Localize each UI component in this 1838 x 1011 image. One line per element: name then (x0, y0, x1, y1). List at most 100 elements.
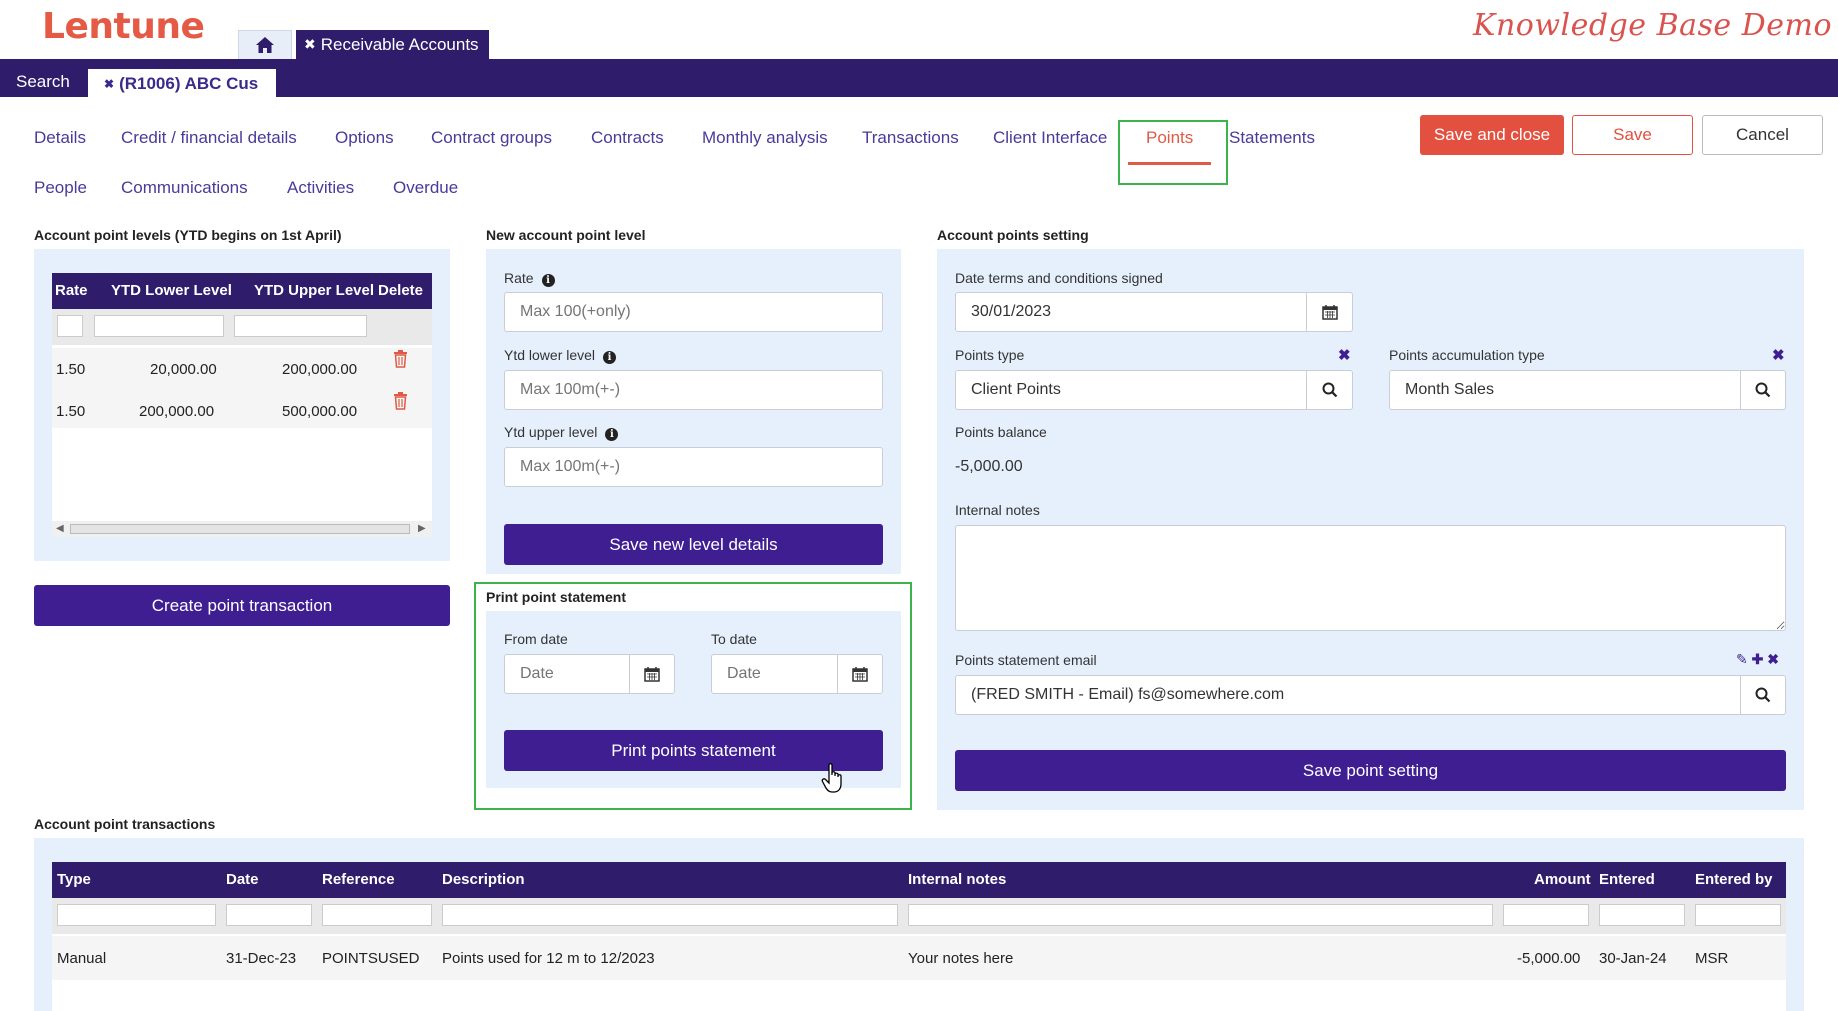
row1-upper: 200,000.00 (282, 361, 358, 378)
trash-icon[interactable] (393, 392, 408, 415)
filter-entered-input[interactable] (1599, 904, 1685, 926)
row2-lower: 200,000.00 (139, 403, 215, 420)
app-logo: Lentune (42, 6, 205, 47)
filter-notes-input[interactable] (908, 904, 1493, 926)
close-icon[interactable]: ✖ (104, 77, 114, 91)
clear-icon[interactable]: ✖ (1772, 346, 1785, 364)
scroll-right-icon[interactable]: ▶ (418, 523, 426, 534)
col-date[interactable]: Date (226, 871, 259, 888)
point-levels-header (52, 273, 432, 309)
cancel-button[interactable]: Cancel (1702, 115, 1823, 155)
tab-options[interactable]: Options (335, 128, 394, 148)
col-type[interactable]: Type (57, 871, 91, 888)
col-internal-notes[interactable]: Internal notes (908, 871, 1007, 888)
txn-entered: 30-Jan-24 (1599, 950, 1667, 967)
print-statement-highlight (474, 582, 912, 810)
tab-details[interactable]: Details (34, 128, 86, 148)
tab-contracts[interactable]: Contracts (591, 128, 664, 148)
col-rate[interactable]: Rate (55, 282, 88, 299)
search-icon[interactable] (1741, 675, 1786, 715)
horizontal-scrollbar[interactable]: ◀ ▶ (52, 521, 432, 537)
tab-overdue[interactable]: Overdue (393, 178, 458, 198)
receivable-accounts-tab[interactable]: ✖ Receivable Accounts (296, 30, 489, 59)
save-and-close-button[interactable]: Save and close (1420, 115, 1564, 155)
home-icon (256, 37, 274, 53)
points-type-input[interactable] (955, 370, 1307, 410)
tab-client-interface[interactable]: Client Interface (993, 128, 1107, 148)
col-delete: Delete (378, 282, 424, 299)
new-level-title: New account point level (486, 227, 646, 243)
clear-icon[interactable]: ✖ (1767, 651, 1779, 667)
edit-icon[interactable]: ✎ (1736, 651, 1748, 667)
col-entered[interactable]: Entered (1599, 871, 1655, 888)
create-point-transaction-button[interactable]: Create point transaction (34, 585, 450, 626)
txn-entered-by: MSR (1695, 950, 1729, 967)
accum-type-label: Points accumulation type (1389, 347, 1545, 363)
date-signed-input[interactable] (955, 292, 1307, 332)
filter-amount-input[interactable] (1503, 904, 1589, 926)
txn-type: Manual (57, 950, 107, 967)
info-icon[interactable]: i (603, 351, 617, 364)
filter-upper-input[interactable] (234, 315, 367, 337)
tab-communications[interactable]: Communications (121, 178, 248, 198)
save-button[interactable]: Save (1572, 115, 1693, 155)
tab-monthly-analysis[interactable]: Monthly analysis (702, 128, 828, 148)
row1-rate: 1.50 (56, 361, 86, 378)
filter-date-input[interactable] (226, 904, 312, 926)
filter-rate-input[interactable] (57, 315, 83, 337)
search-icon[interactable] (1307, 370, 1353, 410)
email-label: Points statement email (955, 652, 1097, 668)
tab-activities[interactable]: Activities (287, 178, 354, 198)
internal-notes-label: Internal notes (955, 502, 1040, 518)
col-amount[interactable]: Amount (1534, 871, 1591, 888)
tab-people[interactable]: People (34, 178, 87, 198)
record-tab[interactable]: ✖ (R1006) ABC Cus (88, 69, 276, 98)
search-icon[interactable] (1741, 370, 1786, 410)
filter-entered-by-input[interactable] (1695, 904, 1781, 926)
filter-description-input[interactable] (442, 904, 898, 926)
close-icon[interactable]: ✖ (304, 36, 316, 53)
txn-date: 31-Dec-23 (226, 950, 297, 967)
filter-type-input[interactable] (57, 904, 216, 926)
ytd-lower-input[interactable] (504, 370, 883, 410)
info-icon[interactable]: i (541, 274, 555, 287)
add-icon[interactable]: ✚ (1752, 651, 1764, 667)
brand-tagline: Knowledge Base Demo (1473, 8, 1832, 43)
scroll-thumb[interactable] (70, 524, 410, 534)
save-new-level-button[interactable]: Save new level details (504, 524, 883, 565)
row2-upper: 500,000.00 (282, 403, 358, 420)
statement-email-input[interactable] (955, 675, 1741, 715)
home-tab[interactable] (238, 30, 292, 59)
accum-type-input[interactable] (1389, 370, 1741, 410)
point-levels-title: Account point levels (YTD begins on 1st … (34, 227, 342, 243)
rate-input[interactable] (504, 292, 883, 332)
ytd-lower-label: Ytd lower level i (504, 347, 617, 364)
trash-icon[interactable] (393, 350, 408, 373)
balance-label: Points balance (955, 424, 1047, 440)
col-description[interactable]: Description (442, 871, 525, 888)
tab-statements[interactable]: Statements (1229, 128, 1315, 148)
filter-reference-input[interactable] (322, 904, 432, 926)
point-levels-rows (52, 348, 432, 428)
tab-credit-financial[interactable]: Credit / financial details (121, 128, 297, 148)
info-icon[interactable]: i (605, 428, 619, 441)
tab-contract-groups[interactable]: Contract groups (431, 128, 552, 148)
col-entered-by[interactable]: Entered by (1695, 871, 1773, 888)
row2-rate: 1.50 (56, 403, 86, 420)
calendar-icon[interactable] (1307, 292, 1353, 332)
date-signed-label: Date terms and conditions signed (955, 270, 1163, 286)
filter-lower-input[interactable] (94, 315, 224, 337)
internal-notes-textarea[interactable] (955, 525, 1786, 631)
txn-amount: -5,000.00 (1517, 950, 1581, 967)
scroll-left-icon[interactable]: ◀ (56, 523, 64, 534)
col-ytd-upper[interactable]: YTD Upper Level (254, 282, 375, 299)
col-reference[interactable]: Reference (322, 871, 395, 888)
ytd-upper-input[interactable] (504, 447, 883, 487)
search-link[interactable]: Search (16, 72, 70, 92)
points-tab-highlight (1118, 120, 1228, 185)
col-ytd-lower[interactable]: YTD Lower Level (111, 282, 232, 299)
tab-transactions[interactable]: Transactions (862, 128, 959, 148)
save-point-setting-button[interactable]: Save point setting (955, 750, 1786, 791)
ytd-upper-label: Ytd upper level i (504, 424, 619, 441)
clear-icon[interactable]: ✖ (1338, 346, 1351, 364)
